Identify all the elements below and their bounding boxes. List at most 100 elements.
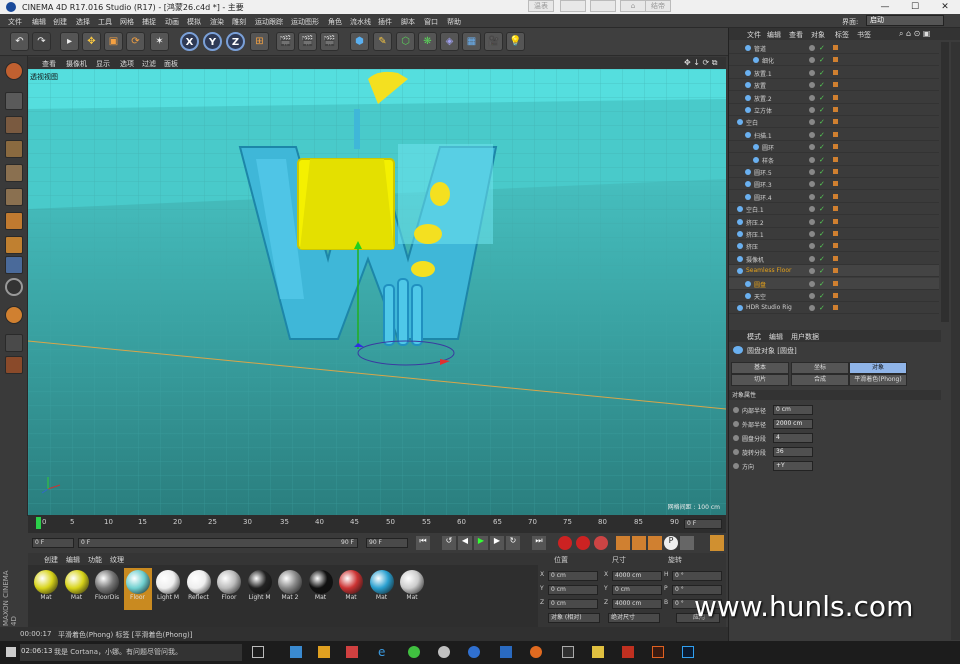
lock-workplane-icon[interactable] <box>5 306 23 324</box>
obj-menu-tags[interactable]: 标签 <box>835 30 849 40</box>
mat-menu-texture[interactable]: 纹理 <box>110 555 124 565</box>
play-icon[interactable]: ▶ <box>474 536 488 550</box>
attr-value-field[interactable]: 36 <box>773 447 813 457</box>
animate-param-dot[interactable] <box>733 407 739 413</box>
material-swatch[interactable]: Mat <box>307 568 335 610</box>
points-mode-icon[interactable] <box>5 164 23 182</box>
tag-icon[interactable] <box>833 206 838 212</box>
object-row[interactable]: 扫描.1 ✓ <box>729 129 939 141</box>
tag-icon[interactable] <box>833 45 838 50</box>
illustrator-icon[interactable] <box>652 646 664 658</box>
scale-tool-icon[interactable]: ▣ <box>104 32 123 51</box>
obj-menu-view[interactable]: 查看 <box>789 30 803 40</box>
enabled-check-icon[interactable]: ✓ <box>819 193 825 201</box>
visibility-dot[interactable] <box>809 293 815 299</box>
enabled-check-icon[interactable]: ✓ <box>819 168 825 176</box>
material-swatch[interactable]: Mat <box>337 568 365 610</box>
layout-select[interactable]: 启动 <box>866 15 944 26</box>
material-swatch[interactable]: Mat 2 <box>276 568 304 610</box>
menu-script[interactable]: 脚本 <box>401 17 415 27</box>
enabled-check-icon[interactable]: ✓ <box>819 118 825 126</box>
object-row[interactable]: 挤压.2 ✓ <box>729 216 939 228</box>
material-swatch[interactable]: Mat <box>398 568 426 610</box>
visibility-dot[interactable] <box>809 268 815 275</box>
taskbar-app-icon[interactable] <box>562 646 574 658</box>
tweak-icon[interactable] <box>5 256 23 274</box>
make-editable-icon[interactable] <box>5 62 23 80</box>
deformer-icon[interactable]: ◈ <box>440 32 459 51</box>
key-pla-icon[interactable] <box>680 536 694 550</box>
keyframe-selection-icon[interactable] <box>594 536 608 550</box>
tag-icon[interactable] <box>833 169 838 174</box>
visibility-dot[interactable] <box>809 107 815 113</box>
model-mode-icon[interactable] <box>5 92 23 110</box>
object-row[interactable]: 细化 ✓ <box>729 54 939 67</box>
material-swatch[interactable]: Floor <box>123 568 152 610</box>
taskbar-app-icon[interactable] <box>318 646 330 658</box>
tag-icon[interactable] <box>833 193 838 199</box>
render-settings-icon[interactable]: 🎬 <box>320 32 339 51</box>
visibility-dot[interactable] <box>809 280 815 287</box>
taskbar-app-icon[interactable] <box>290 646 302 658</box>
next-key-icon[interactable]: ↻ <box>506 536 520 550</box>
menu-tools[interactable]: 工具 <box>98 17 112 27</box>
object-row[interactable]: 放置 ✓ <box>729 79 939 92</box>
enabled-check-icon[interactable]: ✓ <box>819 218 825 226</box>
vp-menu-panel[interactable]: 面板 <box>164 59 178 69</box>
home-icon[interactable]: ⌂ <box>620 0 646 12</box>
move-tool-icon[interactable]: ✥ <box>82 32 101 51</box>
folder-icon[interactable] <box>592 646 604 658</box>
taskbar-app-icon[interactable] <box>530 646 542 658</box>
next-frame-icon[interactable]: ▶ <box>490 536 504 550</box>
visibility-dot[interactable] <box>809 69 815 76</box>
enabled-check-icon[interactable]: ✓ <box>819 44 825 52</box>
material-swatch[interactable]: Light M <box>154 568 182 610</box>
object-row[interactable]: 摄像机 ✓ <box>729 253 939 265</box>
tag-icon[interactable] <box>833 94 838 100</box>
enabled-check-icon[interactable]: ✓ <box>819 94 825 102</box>
viewport-nav-icons[interactable]: ✥ ↓ ⟳ ⧉ <box>684 58 717 68</box>
tag-icon[interactable] <box>833 181 838 187</box>
object-row[interactable]: 天空 ✓ <box>729 290 939 302</box>
material-swatch[interactable]: Mat <box>32 568 60 610</box>
visibility-dot[interactable] <box>809 57 815 64</box>
coord-size-field[interactable]: 4000 cm <box>612 599 662 609</box>
menu-character[interactable]: 角色 <box>328 17 342 27</box>
snap-icon[interactable] <box>5 278 23 296</box>
side-tabs[interactable] <box>951 42 960 640</box>
axis-mode-icon[interactable] <box>5 236 23 254</box>
attr-value-field[interactable]: 2000 cm <box>773 419 813 429</box>
object-row[interactable]: 空白 ✓ <box>729 116 939 129</box>
material-swatch[interactable]: Light M <box>246 568 274 610</box>
record-icon[interactable] <box>558 536 572 550</box>
go-start-icon[interactable]: ⏮ <box>416 536 430 550</box>
object-row[interactable]: 圆环.3 ✓ <box>729 178 939 191</box>
attr-menu-userdata[interactable]: 用户数据 <box>791 332 819 342</box>
visibility-dot[interactable] <box>809 45 815 51</box>
prev-key-icon[interactable]: ↺ <box>442 536 456 550</box>
menu-select[interactable]: 选择 <box>76 17 90 27</box>
object-row[interactable]: 空白.1 ✓ <box>729 203 939 216</box>
timeline-end-field[interactable]: 0 F <box>684 519 722 529</box>
pen-icon[interactable]: ✎ <box>373 32 392 51</box>
top-button-blank-2[interactable] <box>590 0 616 12</box>
edges-mode-icon[interactable] <box>5 188 23 206</box>
object-row[interactable]: 挤压.1 ✓ <box>729 228 939 240</box>
menu-mesh[interactable]: 网格 <box>120 17 134 27</box>
menu-help[interactable]: 帮助 <box>447 17 461 27</box>
floor-icon[interactable]: ▦ <box>462 32 481 51</box>
visibility-dot[interactable] <box>809 218 815 225</box>
animate-param-dot[interactable] <box>733 421 739 427</box>
vp-menu-options[interactable]: 选项 <box>120 59 134 69</box>
windows-start-icon[interactable] <box>6 647 16 657</box>
tag-icon[interactable] <box>833 305 838 311</box>
redo-icon[interactable]: ↷ <box>32 32 51 51</box>
enabled-check-icon[interactable]: ✓ <box>819 180 825 188</box>
object-row[interactable]: 放置.1 ✓ <box>729 67 939 79</box>
rotate-tool-icon[interactable]: ⟳ <box>126 32 145 51</box>
edge-icon[interactable]: e <box>378 646 390 658</box>
visibility-dot[interactable] <box>809 169 815 175</box>
subdivision-icon[interactable]: ⬡ <box>396 32 415 51</box>
visibility-dot[interactable] <box>809 94 815 101</box>
object-row[interactable]: 立方体 ✓ <box>729 104 939 116</box>
